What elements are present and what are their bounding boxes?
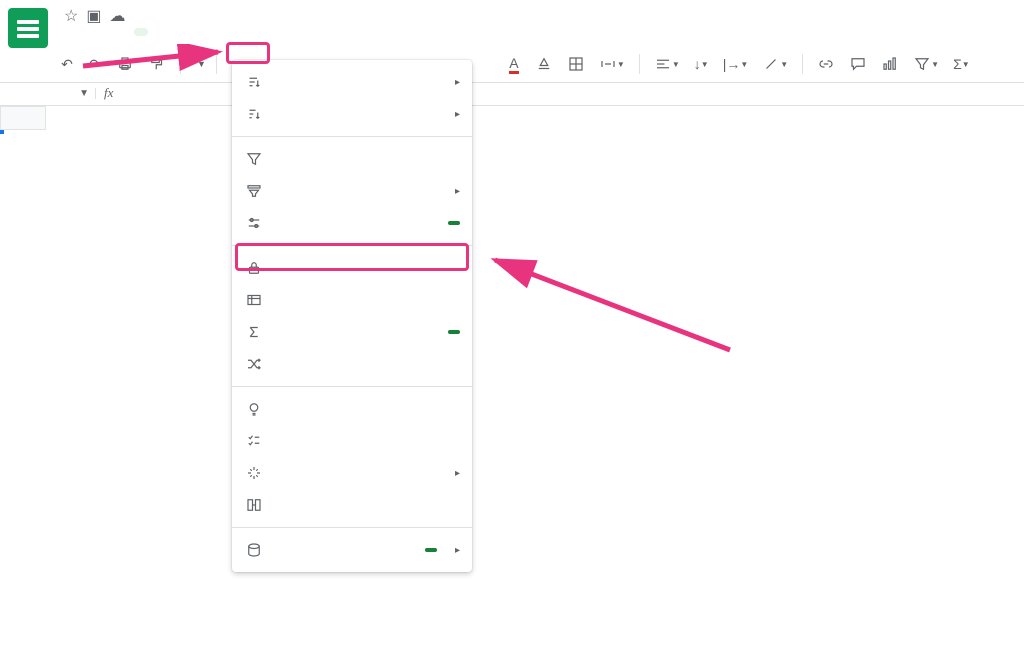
font-color-button[interactable]: A bbox=[503, 52, 525, 76]
toolbar: ↶ ↷ ▼ A ▼ ▼ ↓▼ |→▼ ▼ ▼ Σ▼ bbox=[0, 48, 1024, 83]
menu-add-slicer[interactable] bbox=[232, 207, 472, 239]
menu-extensions[interactable] bbox=[166, 28, 180, 36]
star-icon[interactable]: ☆ bbox=[64, 6, 78, 26]
menu-protect-sheets[interactable] bbox=[232, 252, 472, 284]
menu-view[interactable] bbox=[86, 28, 100, 36]
slicer-icon bbox=[244, 213, 264, 233]
zoom-select[interactable]: ▼ bbox=[191, 59, 206, 69]
borders-button[interactable] bbox=[563, 52, 589, 76]
sheets-logo-icon[interactable] bbox=[8, 8, 48, 48]
select-all-corner[interactable] bbox=[0, 106, 46, 130]
menu-filter-views[interactable]: ▸ bbox=[232, 175, 472, 207]
menu-format[interactable] bbox=[118, 28, 132, 36]
menu-data-cleanup[interactable]: ▸ bbox=[232, 457, 472, 489]
database-icon bbox=[244, 540, 264, 560]
cloud-status-icon[interactable]: ☁ bbox=[109, 6, 125, 26]
menu-edit[interactable] bbox=[70, 28, 84, 36]
chart-button[interactable] bbox=[877, 52, 903, 76]
menu-randomize-range[interactable] bbox=[232, 348, 472, 380]
formula-bar: ▼ fx bbox=[0, 83, 1024, 106]
merge-button[interactable]: ▼ bbox=[595, 52, 629, 76]
functions-button[interactable]: Σ▼ bbox=[949, 52, 974, 76]
redo-button[interactable]: ↷ bbox=[84, 52, 106, 76]
move-icon[interactable]: ▣ bbox=[86, 6, 101, 26]
filter-button[interactable]: ▼ bbox=[909, 52, 943, 76]
print-button[interactable] bbox=[112, 52, 138, 76]
menu-file[interactable] bbox=[54, 28, 68, 36]
menu-sort-range[interactable]: ▸ bbox=[232, 98, 472, 130]
menu-sort-sheet[interactable]: ▸ bbox=[232, 66, 472, 98]
filter-icon bbox=[244, 149, 264, 169]
paint-format-button[interactable] bbox=[144, 52, 170, 76]
name-box[interactable]: ▼ bbox=[8, 88, 96, 99]
link-button[interactable] bbox=[813, 52, 839, 76]
filter-views-icon bbox=[244, 181, 264, 201]
sort-sheet-icon bbox=[244, 72, 264, 92]
submenu-arrow-icon: ▸ bbox=[455, 77, 460, 88]
menu-data-validation[interactable] bbox=[232, 425, 472, 457]
spreadsheet-grid[interactable] bbox=[0, 106, 1024, 130]
lock-icon bbox=[244, 258, 264, 278]
menu-tools[interactable] bbox=[150, 28, 164, 36]
submenu-arrow-icon: ▸ bbox=[455, 468, 460, 479]
lightbulb-icon bbox=[244, 399, 264, 419]
menu-data[interactable] bbox=[134, 28, 148, 36]
menu-column-stats[interactable] bbox=[232, 393, 472, 425]
menu-named-ranges[interactable] bbox=[232, 284, 472, 316]
menu-named-functions[interactable] bbox=[232, 316, 472, 348]
data-menu-dropdown: ▸ ▸ ▸ ▸ bbox=[232, 60, 472, 572]
h-align-button[interactable]: ▼ bbox=[650, 52, 684, 76]
comment-button[interactable] bbox=[845, 52, 871, 76]
menu-create-filter[interactable] bbox=[232, 143, 472, 175]
sparkle-icon bbox=[244, 463, 264, 483]
shuffle-icon bbox=[244, 354, 264, 374]
fill-color-button[interactable] bbox=[531, 52, 557, 76]
annotation-arrow-2 bbox=[480, 250, 740, 370]
sigma-icon bbox=[244, 322, 264, 342]
menu-split-text[interactable] bbox=[232, 489, 472, 521]
new-badge bbox=[448, 330, 460, 334]
submenu-arrow-icon: ▸ bbox=[455, 186, 460, 197]
menu-bar bbox=[54, 28, 1016, 36]
v-align-button[interactable]: ↓▼ bbox=[690, 52, 713, 76]
undo-button[interactable]: ↶ bbox=[56, 52, 78, 76]
submenu-arrow-icon: ▸ bbox=[455, 545, 460, 556]
menu-insert[interactable] bbox=[102, 28, 116, 36]
new-badge bbox=[425, 548, 437, 552]
new-badge bbox=[448, 221, 460, 225]
docs-title-bar: ☆ ▣ ☁ bbox=[0, 0, 1024, 48]
column-headers[interactable] bbox=[0, 106, 1024, 130]
split-columns-icon bbox=[244, 495, 264, 515]
submenu-arrow-icon: ▸ bbox=[455, 109, 460, 120]
rotate-button[interactable]: ▼ bbox=[758, 52, 792, 76]
checklist-icon bbox=[244, 431, 264, 451]
named-ranges-icon bbox=[244, 290, 264, 310]
sort-range-icon bbox=[244, 104, 264, 124]
menu-help[interactable] bbox=[182, 28, 196, 36]
selection-outline bbox=[0, 130, 4, 134]
menu-data-connectors[interactable]: ▸ bbox=[232, 534, 472, 566]
fx-icon: fx bbox=[104, 85, 113, 101]
wrap-button[interactable]: |→▼ bbox=[719, 52, 753, 76]
